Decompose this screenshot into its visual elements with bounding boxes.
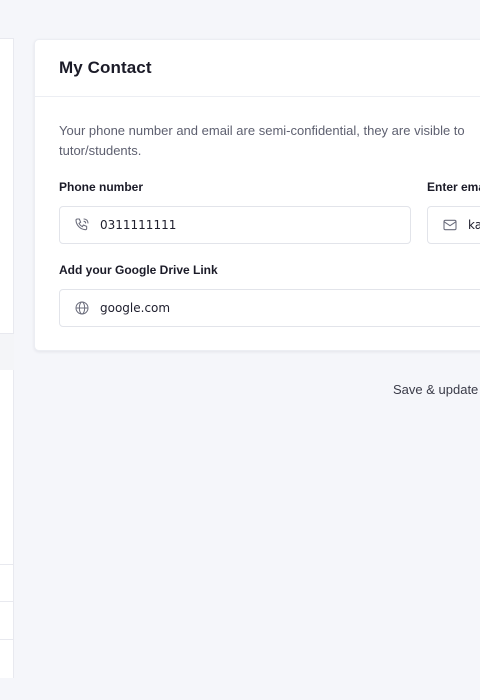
email-value: ka xyxy=(468,218,480,232)
email-field[interactable]: ka xyxy=(427,206,480,244)
divider xyxy=(0,601,14,602)
save-update-button[interactable]: Save & update xyxy=(393,382,478,397)
contact-description: Your phone number and email are semi-con… xyxy=(59,123,465,158)
card-title: My Contact xyxy=(59,58,152,77)
phone-icon xyxy=(74,217,90,233)
card-header: My Contact xyxy=(35,40,480,97)
drive-link-field[interactable]: google.com xyxy=(59,289,480,327)
mail-icon xyxy=(442,217,458,233)
phone-label: Phone number xyxy=(59,180,144,194)
card-body: Your phone number and email are semi-con… xyxy=(35,97,480,161)
divider xyxy=(0,564,14,565)
sidebar-item-active[interactable] xyxy=(0,334,14,370)
sidebar-panel xyxy=(0,38,14,678)
email-label: Enter email xyxy=(427,180,480,194)
divider xyxy=(0,639,14,640)
phone-field[interactable]: 0311111111 xyxy=(59,206,411,244)
globe-icon xyxy=(74,300,90,316)
drive-label: Add your Google Drive Link xyxy=(59,263,218,277)
contact-card: My Contact Your phone number and email a… xyxy=(34,39,480,351)
phone-value: 0311111111 xyxy=(100,218,177,232)
drive-value: google.com xyxy=(100,301,171,315)
divider xyxy=(0,333,14,334)
